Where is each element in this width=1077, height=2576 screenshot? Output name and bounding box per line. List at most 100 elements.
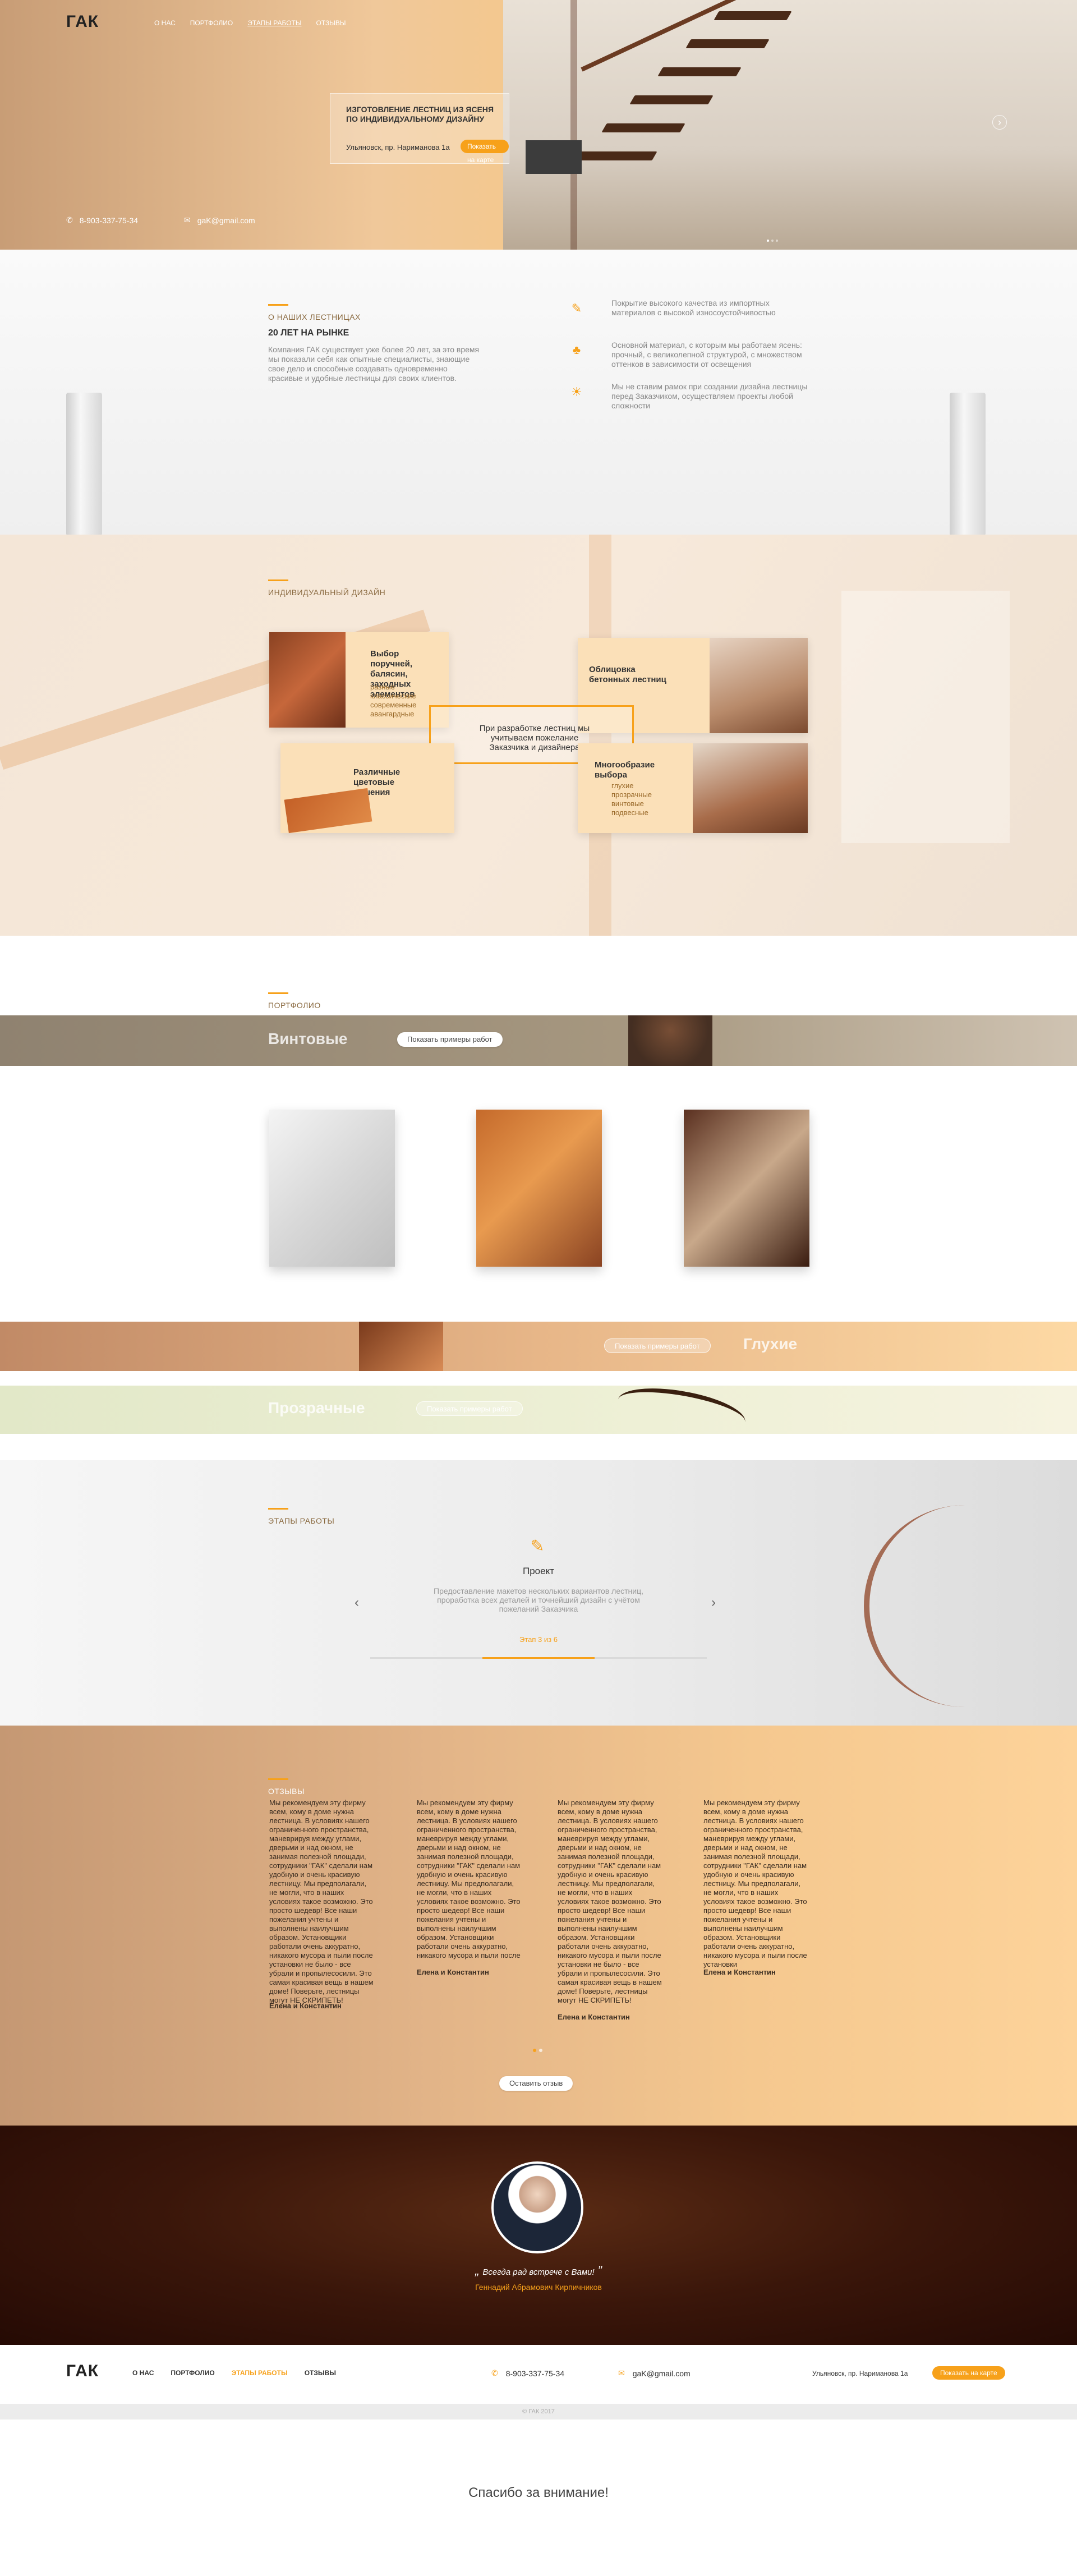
hero-phone: ✆ 8-903-337-75-34 [66, 215, 138, 225]
band-title: Прозрачные [268, 1399, 365, 1416]
review-author: Елена и Константин [703, 1968, 776, 1976]
review-author: Елена и Константин [417, 1968, 489, 1976]
step-counter: Этап 3 из 6 [519, 1635, 558, 1644]
founder-name: Геннадий Абрамович Кирпичников [475, 2283, 602, 2292]
footer-nav-portfolio[interactable]: Портфолио [171, 2369, 214, 2377]
band-title: Глухие [743, 1335, 798, 1353]
phone-icon: ✆ [66, 215, 73, 224]
show-examples-button[interactable]: Показать примеры работ [416, 1401, 523, 1416]
spiral-stair-photo [628, 1015, 712, 1066]
review-text: Мы рекомендуем эту фирму всем, кому в до… [558, 1798, 662, 2004]
phone-icon: ✆ [491, 2368, 498, 2377]
step-title: Проект [523, 1566, 554, 1576]
show-examples-button[interactable]: Показать примеры работ [604, 1338, 711, 1353]
nav-item-reviews[interactable]: Отзывы [316, 19, 346, 27]
band-title: Винтовые [268, 1030, 348, 1047]
top-nav: О нас Портфолио Этапы работы Отзывы [154, 19, 346, 27]
footer: ГАК О нас Портфолио Этапы работы Отзывы … [0, 2345, 1077, 2404]
footer-email-text[interactable]: gaK@gmail.com [633, 2369, 691, 2378]
nav-item-stages[interactable]: Этапы работы [247, 19, 301, 27]
logo[interactable]: ГАК [66, 12, 99, 31]
about-title: 20 ЛЕТ НА РЫНКЕ [268, 328, 349, 338]
review-text: Мы рекомендуем эту фирму всем, кому в до… [269, 1798, 374, 2004]
nav-item-about[interactable]: О нас [154, 19, 176, 27]
feature-text: Мы не ставим рамок при создании дизайна … [611, 382, 808, 410]
portfolio-thumb[interactable] [684, 1110, 809, 1267]
footer-nav-reviews[interactable]: Отзывы [305, 2369, 336, 2377]
step-text: Предоставление макетов нескольких вариан… [434, 1586, 643, 1613]
step-progress-track [370, 1657, 707, 1659]
hero-email: ✉ gaK@gmail.com [184, 215, 255, 225]
chevron-right-icon[interactable]: › [711, 1595, 716, 1611]
nav-item-portfolio[interactable]: Портфолио [190, 19, 233, 27]
chevron-right-icon[interactable]: › [992, 115, 1007, 130]
avatar [491, 2161, 583, 2253]
design-section: ИНДИВИДУАЛЬНЫЙ ДИЗАЙН Выбор поручней, ба… [0, 535, 1077, 936]
stair-step [601, 123, 685, 132]
founder-quote-text: Всегда рад встрече с Вами! [482, 2267, 595, 2277]
leave-review-button[interactable]: Оставить отзыв [499, 2076, 573, 2091]
mail-icon: ✉ [184, 215, 191, 224]
tv-unit [526, 140, 582, 174]
footer-logo[interactable]: ГАК [66, 2362, 99, 2381]
design-label: ИНДИВИДУАЛЬНЫЙ ДИЗАЙН [268, 579, 385, 597]
founder-quote: „ Всегда рад встрече с Вами!” [460, 2264, 617, 2278]
hero-title-line2: ПО ИНДИВИДУАЛЬНОМУ ДИЗАЙНУ [346, 114, 485, 123]
feature-text: Основной материал, с которым мы работаем… [611, 341, 802, 369]
feature-text: Покрытие высокого качества из импортных … [611, 298, 776, 317]
mail-icon: ✉ [618, 2368, 625, 2377]
show-map-button[interactable]: Показать на карте [461, 140, 509, 164]
stair-step [657, 67, 742, 76]
hero-email-text[interactable]: gaK@gmail.com [197, 216, 255, 225]
chevron-left-icon[interactable]: ‹ [355, 1595, 359, 1611]
thanks-text: Спасибо за внимание! [468, 2485, 609, 2500]
portfolio-thumb[interactable] [476, 1110, 602, 1267]
stair-step [685, 39, 770, 48]
footer-phone-text[interactable]: 8-903-337-75-34 [506, 2369, 564, 2378]
review-author: Елена и Константин [269, 2002, 342, 2010]
reviews-section: ОТЗЫВЫ Мы рекомендуем эту фирму всем, ко… [0, 1726, 1077, 2126]
about-text: Компания ГАК существует уже более 20 лет… [268, 345, 480, 383]
reviews-label: ОТЗЫВЫ [268, 1778, 305, 1796]
variety-stair-photo [693, 743, 808, 833]
solid-stair-photo [359, 1322, 443, 1371]
hero-phone-text[interactable]: 8-903-337-75-34 [80, 216, 138, 225]
steps-section: ЭТАПЫ РАБОТЫ ✎ Проект Предоставление мак… [0, 1460, 1077, 1726]
stair-step [629, 95, 714, 104]
design-card-handrails: Выбор поручней, балясин, заходных элемен… [269, 632, 449, 728]
footer-nav-about[interactable]: О нас [132, 2369, 154, 2377]
transparent-stair-photo [614, 1386, 749, 1434]
review-dots[interactable] [533, 2045, 542, 2055]
stair-step [714, 11, 792, 20]
baluster-right [950, 393, 986, 536]
about-section: О НАШИХ ЛЕСТНИЦАХ 20 ЛЕТ НА РЫНКЕ Компан… [0, 250, 1077, 536]
hero-staircase-photo: › [503, 0, 1077, 250]
bg-window [841, 591, 1010, 843]
footer-address: Ульяновск, пр. Нариманова 1а [812, 2370, 908, 2377]
band-spiral: Винтовые Показать примеры работ [0, 1015, 1077, 1066]
slider-dots[interactable] [767, 234, 789, 242]
card-title: Многообразие выбора [595, 760, 655, 780]
stair-step [573, 151, 657, 160]
hero-card: ИЗГОТОВЛЕНИЕ ЛЕСТНИЦ ИЗ ЯСЕНЯ ПО ИНДИВИД… [330, 93, 509, 164]
card-sub: разные классические современные авангард… [370, 683, 417, 718]
hero-title-line1: ИЗГОТОВЛЕНИЕ ЛЕСТНИЦ ИЗ ЯСЕНЯ [346, 105, 494, 114]
hero-section: › ГАК О нас Портфолио Этапы работы Отзыв… [0, 0, 1077, 250]
quote-close-icon: ” [597, 2264, 602, 2278]
pencil-icon: ✎ [530, 1537, 545, 1556]
step-progress-fill [482, 1657, 595, 1659]
baluster-left [66, 393, 102, 536]
handrail-photo [269, 632, 346, 728]
band-transparent: Прозрачные Показать примеры работ [0, 1386, 1077, 1434]
band-solid: Показать примеры работ Глухие [0, 1322, 1077, 1371]
design-card-colors: Различные цветовые решения [280, 743, 454, 834]
show-examples-button[interactable]: Показать примеры работ [397, 1032, 503, 1047]
footer-map-button[interactable]: Показать на карте [932, 2366, 1005, 2380]
copyright: © ГАК 2017 [0, 2404, 1077, 2419]
footer-nav-stages[interactable]: Этапы работы [232, 2369, 288, 2377]
bg-spiral-stair [864, 1505, 1066, 1718]
footer-nav: О нас Портфолио Этапы работы Отзывы [132, 2369, 336, 2377]
portfolio-thumb[interactable] [269, 1110, 395, 1267]
portfolio-label: ПОРТФОЛИО [268, 992, 321, 1010]
review-text: Мы рекомендуем эту фирму всем, кому в до… [703, 1798, 807, 1968]
